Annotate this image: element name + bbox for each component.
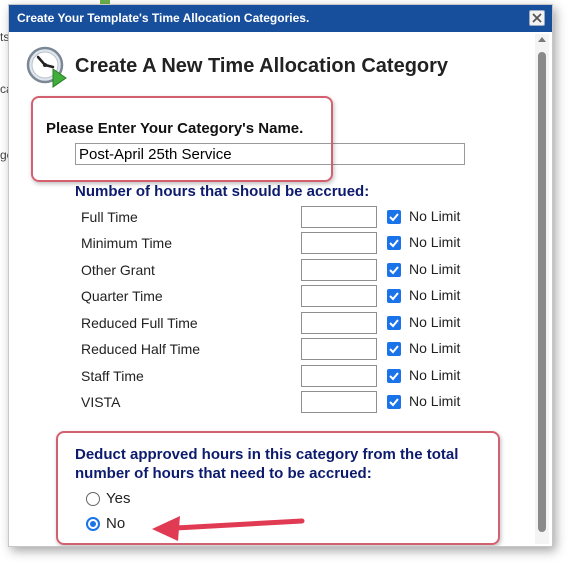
hours-row: Other Grant No Limit	[9, 259, 529, 281]
hours-input[interactable]	[301, 206, 377, 228]
checkmark-icon	[389, 239, 399, 248]
hours-accrued-heading: Number of hours that should be accrued:	[75, 183, 370, 200]
yes-radio-label: Yes	[106, 490, 131, 507]
scroll-up-icon[interactable]	[538, 37, 546, 42]
checkmark-icon	[389, 345, 399, 354]
checkmark-icon	[389, 213, 399, 222]
hours-input[interactable]	[301, 285, 377, 307]
close-button[interactable]	[529, 10, 545, 26]
no-limit-checkbox[interactable]	[387, 395, 401, 409]
hours-input[interactable]	[301, 365, 377, 387]
clock-play-icon	[26, 46, 67, 88]
category-name-input[interactable]	[75, 143, 465, 165]
hours-row-label: Minimum Time	[81, 235, 173, 251]
hours-row-label: Other Grant	[81, 262, 155, 278]
hours-input[interactable]	[301, 232, 377, 254]
close-icon	[532, 13, 542, 23]
hours-row-label: Staff Time	[81, 368, 144, 384]
time-allocation-dialog: Create Your Template's Time Allocation C…	[8, 4, 553, 547]
no-limit-label: No Limit	[409, 261, 461, 277]
hours-row-label: VISTA	[81, 394, 121, 410]
dialog-titlebar[interactable]: Create Your Template's Time Allocation C…	[9, 5, 552, 32]
checkmark-icon	[389, 398, 399, 407]
hours-row-label: Quarter Time	[81, 288, 163, 304]
dialog-title: Create Your Template's Time Allocation C…	[17, 11, 310, 25]
no-limit-checkbox[interactable]	[387, 289, 401, 303]
no-limit-checkbox[interactable]	[387, 369, 401, 383]
no-limit-checkbox[interactable]	[387, 263, 401, 277]
hours-row: Staff Time No Limit	[9, 365, 529, 387]
no-limit-label: No Limit	[409, 393, 461, 409]
checkmark-icon	[389, 372, 399, 381]
hours-row: Full Time No Limit	[9, 206, 529, 228]
no-limit-checkbox[interactable]	[387, 236, 401, 250]
vertical-scrollbar[interactable]	[535, 34, 549, 544]
scroll-thumb[interactable]	[538, 52, 546, 532]
no-limit-label: No Limit	[409, 208, 461, 224]
no-limit-checkbox[interactable]	[387, 210, 401, 224]
hours-input[interactable]	[301, 338, 377, 360]
hours-row: Quarter Time No Limit	[9, 285, 529, 307]
name-callout-box	[31, 96, 333, 182]
checkmark-icon	[389, 292, 399, 301]
no-limit-checkbox[interactable]	[387, 342, 401, 356]
hours-input[interactable]	[301, 391, 377, 413]
no-limit-label: No Limit	[409, 367, 461, 383]
hours-row-label: Full Time	[81, 209, 138, 225]
no-radio[interactable]	[86, 517, 100, 531]
hours-row: Minimum Time No Limit	[9, 232, 529, 254]
no-limit-label: No Limit	[409, 234, 461, 250]
arrow-icon	[152, 516, 305, 541]
checkmark-icon	[389, 266, 399, 275]
deduct-hours-heading: Deduct approved hours in this category f…	[75, 446, 459, 482]
hours-input[interactable]	[301, 259, 377, 281]
yes-radio[interactable]	[86, 492, 100, 506]
hours-row: Reduced Full Time No Limit	[9, 312, 529, 334]
no-limit-label: No Limit	[409, 340, 461, 356]
checkmark-icon	[389, 319, 399, 328]
dialog-heading: Create A New Time Allocation Category	[75, 55, 449, 77]
no-radio-label: No	[106, 515, 126, 532]
no-limit-checkbox[interactable]	[387, 316, 401, 330]
category-name-label: Please Enter Your Category's Name.	[46, 120, 304, 137]
no-limit-label: No Limit	[409, 287, 461, 303]
hours-row-label: Reduced Half Time	[81, 341, 201, 357]
hours-row: VISTA No Limit	[9, 391, 529, 413]
hours-input[interactable]	[301, 312, 377, 334]
hours-row-label: Reduced Full Time	[81, 315, 198, 331]
no-limit-label: No Limit	[409, 314, 461, 330]
hours-row: Reduced Half Time No Limit	[9, 338, 529, 360]
